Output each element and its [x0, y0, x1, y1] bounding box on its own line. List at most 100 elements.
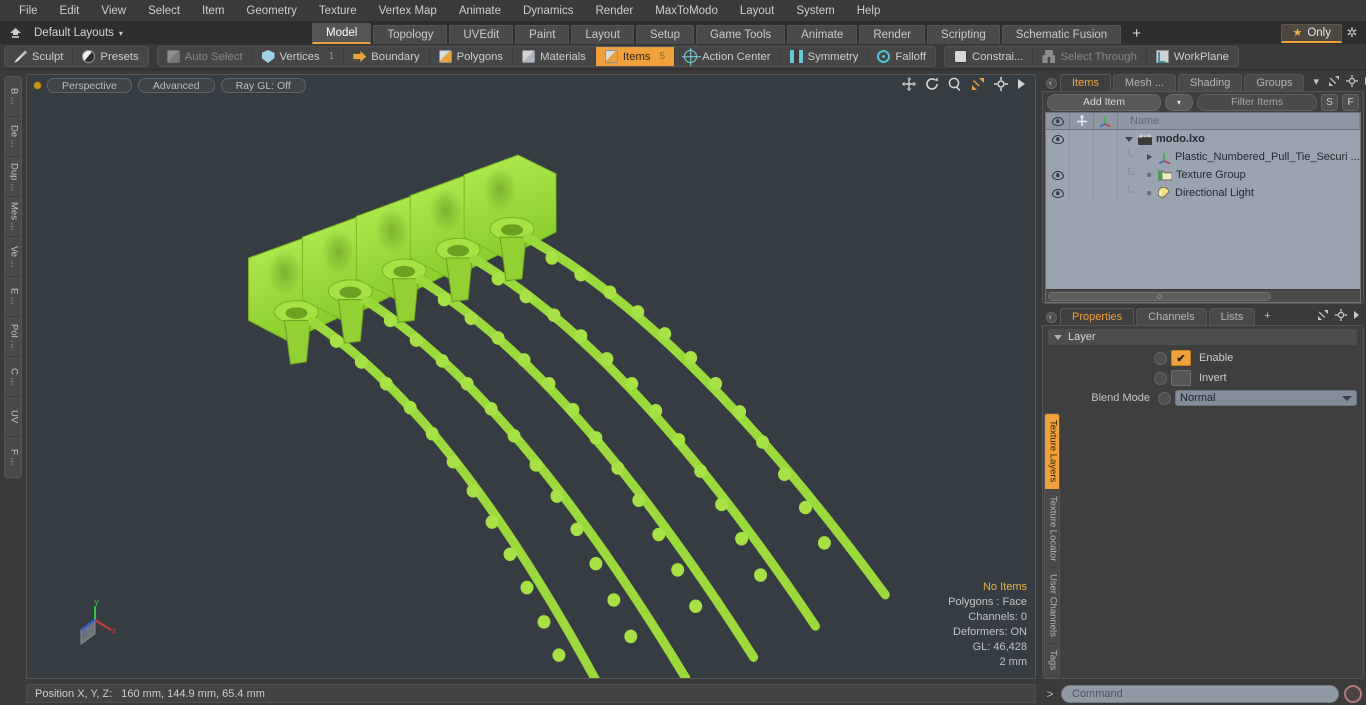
properties-tab-properties[interactable]: Properties [1060, 308, 1135, 325]
eye-icon[interactable] [1051, 170, 1064, 180]
gear-icon[interactable] [994, 77, 1008, 93]
side-tab-texture-layers[interactable]: Texture Layers [1045, 414, 1059, 490]
scrollbar-thumb[interactable] [1048, 291, 1272, 301]
menu-item-select[interactable]: Select [137, 0, 191, 22]
checkbox-invert[interactable] [1171, 370, 1191, 386]
filter-f-button[interactable]: F [1342, 93, 1359, 111]
chevron-down-icon[interactable]: ▾ [119, 29, 123, 38]
left-tab-4[interactable]: Ve ... [5, 237, 21, 277]
items-tree-row[interactable]: Texture Group [1046, 166, 1360, 184]
left-tab-6[interactable]: Pol ... [5, 317, 21, 357]
tree-expander-icon[interactable] [1144, 173, 1154, 177]
property-knob[interactable] [1158, 391, 1171, 405]
viewport-indicator-dot[interactable] [34, 81, 41, 89]
add-item-dropdown[interactable]: ▾ [1165, 93, 1193, 111]
panel-menu-icon[interactable] [1353, 310, 1360, 323]
toolbar-button-items[interactable]: Items 5 [595, 47, 676, 66]
items-tree-row[interactable]: Directional Light [1046, 184, 1360, 202]
layout-tab-render[interactable]: Render [859, 25, 926, 44]
row-visibility-toggle[interactable] [1046, 148, 1070, 166]
left-tab-7[interactable]: C ... [5, 357, 21, 397]
left-tab-2[interactable]: Dup ... [5, 157, 21, 197]
toolbar-button-action-center[interactable]: Action Center [675, 47, 781, 66]
properties-tab-[interactable]: + [1257, 308, 1277, 325]
layout-tab-animate[interactable]: Animate [787, 25, 858, 44]
layout-tab-scripting[interactable]: Scripting [927, 25, 1000, 44]
toolbar-button-constrai[interactable]: Constrai... [945, 47, 1034, 66]
menu-item-animate[interactable]: Animate [448, 0, 512, 22]
toolbar-button-select-through[interactable]: Select Through [1033, 47, 1147, 66]
items-tree-row[interactable]: modo.lxo [1046, 130, 1360, 148]
items-tree-row[interactable]: Plastic_Numbered_Pull_Tie_Securi ... [1046, 148, 1360, 166]
layout-tab-paint[interactable]: Paint [515, 25, 570, 44]
items-panel-tab-mesh[interactable]: Mesh ... [1112, 74, 1177, 91]
eye-icon[interactable] [1051, 188, 1064, 198]
section-header-layer[interactable]: Layer [1048, 329, 1357, 345]
expand-panel-icon[interactable] [1328, 75, 1340, 90]
command-record-icon[interactable] [1344, 684, 1362, 703]
items-tree[interactable]: Name modo.lxo Plastic_Numbered_Pull_Tie_S… [1045, 112, 1361, 303]
toolbar-button-auto-select[interactable]: Auto Select [158, 47, 253, 66]
add-item-button[interactable]: Add Item [1047, 93, 1161, 111]
layout-tab-schematic-fusion[interactable]: Schematic Fusion [1001, 25, 1122, 44]
3d-viewport[interactable]: Perspective Advanced Ray GL: Off Y X Z N… [26, 74, 1036, 679]
menu-item-edit[interactable]: Edit [49, 0, 91, 22]
toolbar-button-presets[interactable]: Presets [73, 47, 147, 66]
items-tree-hscrollbar[interactable] [1046, 289, 1360, 302]
menu-item-view[interactable]: View [90, 0, 137, 22]
column-transform-icon[interactable] [1094, 113, 1118, 129]
dropdown-blend-mode[interactable]: Normal [1175, 390, 1357, 406]
menu-item-layout[interactable]: Layout [729, 0, 786, 22]
layout-tab-uvedit[interactable]: UVEdit [449, 25, 514, 44]
property-knob[interactable] [1154, 351, 1167, 365]
filter-items-input[interactable]: Filter Items [1197, 93, 1317, 111]
toolbar-button-symmetry[interactable]: Symmetry [781, 47, 869, 66]
row-visibility-toggle[interactable] [1046, 166, 1070, 184]
toolbar-button-materials[interactable]: Materials [513, 47, 596, 66]
left-tab-8[interactable]: UV [5, 397, 21, 437]
layout-tab-topology[interactable]: Topology [373, 25, 448, 44]
command-input[interactable]: Command [1061, 684, 1339, 703]
chevron-down-icon[interactable] [1342, 395, 1352, 401]
row-name-cell[interactable]: Directional Light [1118, 184, 1360, 202]
layout-tab-game-tools[interactable]: Game Tools [695, 25, 786, 44]
layout-selector[interactable]: Default Layouts ▾ [0, 25, 312, 41]
layout-tab-setup[interactable]: Setup [635, 25, 694, 44]
items-panel-tab-groups[interactable]: Groups [1244, 74, 1305, 91]
menu-item-file[interactable]: File [8, 0, 49, 22]
left-tab-9[interactable]: F ... [5, 437, 21, 477]
menu-item-item[interactable]: Item [191, 0, 235, 22]
add-layout-tab-button[interactable]: + [1123, 25, 1150, 44]
menu-item-dynamics[interactable]: Dynamics [512, 0, 584, 22]
side-tab-tags[interactable]: Tags [1045, 644, 1059, 677]
row-visibility-toggle[interactable] [1046, 130, 1070, 148]
left-tab-0[interactable]: B ... [5, 77, 21, 117]
tree-expander-icon[interactable] [1144, 154, 1154, 160]
tree-expander-icon[interactable] [1124, 136, 1134, 142]
eye-icon[interactable] [1051, 134, 1064, 144]
toolbar-button-workplane[interactable]: WorkPlane [1147, 47, 1238, 66]
left-tab-1[interactable]: De ... [5, 117, 21, 157]
gear-icon[interactable] [1335, 309, 1347, 324]
gear-icon[interactable] [1346, 75, 1359, 90]
property-knob[interactable] [1154, 371, 1167, 385]
row-transform-cell[interactable] [1094, 166, 1118, 184]
row-visibility-toggle[interactable] [1046, 184, 1070, 202]
play-icon[interactable] [1017, 78, 1026, 92]
gear-icon[interactable]: ✲ [1342, 25, 1362, 41]
layout-up-icon[interactable] [6, 25, 24, 41]
row-name-cell[interactable]: modo.lxo [1118, 130, 1360, 148]
toolbar-button-sculpt[interactable]: Sculpt [5, 47, 74, 66]
menu-item-vertex-map[interactable]: Vertex Map [368, 0, 448, 22]
rotate-icon[interactable] [925, 77, 939, 93]
only-toggle[interactable]: ★ Only [1281, 23, 1342, 43]
column-visibility-icon[interactable] [1046, 113, 1070, 129]
move-icon[interactable] [902, 77, 916, 93]
column-lock-icon[interactable] [1070, 113, 1094, 129]
tree-expander-icon[interactable] [1144, 191, 1154, 195]
viewport-view-button[interactable]: Perspective [47, 77, 132, 93]
toolbar-button-polygons[interactable]: Polygons [430, 47, 514, 66]
viewport-raygl-button[interactable]: Ray GL: Off [220, 77, 306, 93]
row-lock-cell[interactable] [1070, 130, 1094, 148]
row-name-cell[interactable]: Plastic_Numbered_Pull_Tie_Securi ... [1118, 148, 1360, 166]
